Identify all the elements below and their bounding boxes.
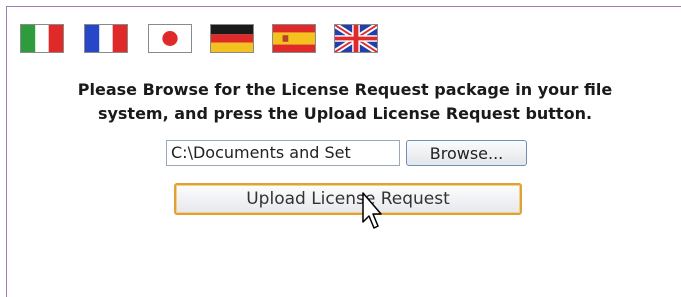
japan-flag-icon[interactable] <box>148 24 192 53</box>
spain-flag-icon[interactable] <box>272 24 316 53</box>
file-picker-row: C:\Documents and Set Browse... <box>0 140 681 168</box>
italy-flag-icon[interactable] <box>20 24 64 53</box>
instructions-text: Please Browse for the License Request pa… <box>20 78 670 126</box>
france-flag-icon[interactable] <box>84 24 128 53</box>
mouse-cursor-icon <box>362 192 382 229</box>
uk-flag-icon[interactable] <box>334 24 378 53</box>
upload-license-request-button[interactable]: Upload License Request <box>174 183 522 215</box>
browse-button[interactable]: Browse... <box>406 140 527 166</box>
file-path-input[interactable]: C:\Documents and Set <box>166 140 400 166</box>
germany-flag-icon[interactable] <box>210 24 254 53</box>
instructions-line-2: system, and press the Upload License Req… <box>97 104 593 123</box>
instructions-line-1: Please Browse for the License Request pa… <box>77 80 613 99</box>
